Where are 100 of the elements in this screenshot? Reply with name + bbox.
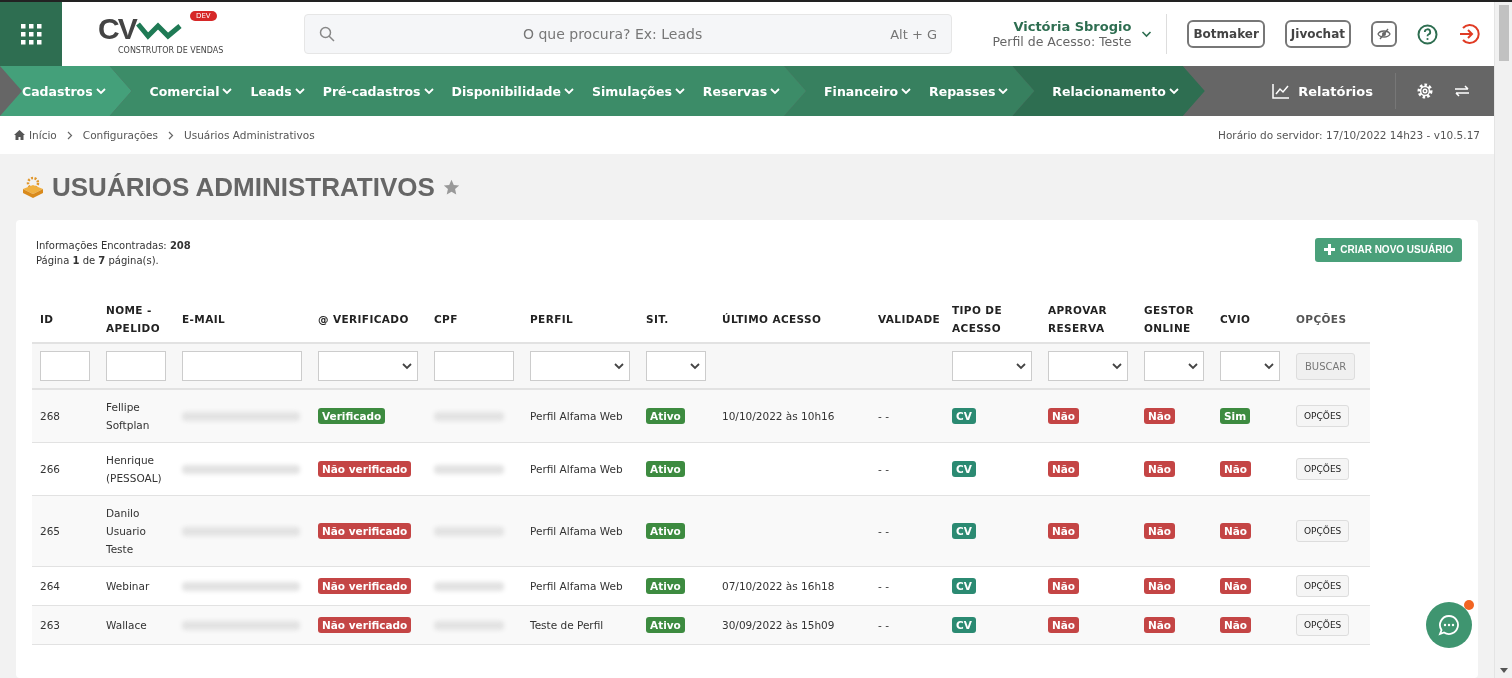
scrollbar-thumb[interactable]: [1498, 5, 1509, 61]
header-button[interactable]: Botmaker: [1187, 20, 1265, 48]
column-header: OPÇÕES: [1288, 296, 1370, 343]
menu-item[interactable]: Repasses: [929, 83, 1009, 99]
options-button[interactable]: OPÇÕES: [1296, 575, 1350, 597]
menu-item[interactable]: Financeiro: [824, 83, 912, 99]
options-button[interactable]: OPÇÕES: [1296, 458, 1350, 480]
filter-dropdown[interactable]: [1048, 351, 1128, 381]
star-icon[interactable]: [442, 178, 460, 196]
access-profile: Perfil de Acesso: Teste: [992, 34, 1132, 49]
options-button[interactable]: OPÇÕES: [1296, 520, 1350, 542]
status-badge: Não: [1048, 617, 1080, 633]
apps-menu-button[interactable]: [0, 2, 62, 66]
settings-button[interactable]: [1416, 82, 1434, 100]
notification-dot: [1464, 600, 1474, 610]
filter-dropdown[interactable]: [1220, 351, 1280, 381]
breadcrumb-link[interactable]: Usuários Administrativos: [184, 129, 315, 141]
status-badge: Não: [1048, 461, 1080, 477]
id-cell: 268: [32, 389, 98, 443]
status-badge: Ativo: [646, 461, 685, 477]
column-header: E-MAIL: [174, 296, 310, 343]
menu-item[interactable]: Relacionamento: [1052, 83, 1179, 99]
header-button[interactable]: Jivochat: [1284, 20, 1351, 48]
column-header: NOME - APELIDO: [98, 296, 174, 343]
search-field[interactable]: O que procura? Ex: Leads Alt + G: [304, 14, 952, 54]
create-user-button[interactable]: CRIAR NOVO USUÁRIO: [1315, 238, 1462, 262]
id-cell: 264: [32, 566, 98, 606]
filter-dropdown[interactable]: [952, 351, 1032, 381]
access-type-badge: CV: [952, 461, 976, 477]
breadcrumb-link[interactable]: Início: [14, 129, 57, 141]
menu-item[interactable]: Disponibilidade: [451, 83, 574, 99]
breadcrumb-link[interactable]: Configurações: [82, 129, 159, 141]
page-title: USUÁRIOS ADMINISTRATIVOS: [52, 171, 435, 203]
reports-link[interactable]: Relatórios: [1272, 73, 1396, 109]
filter-input[interactable]: [106, 351, 166, 381]
column-header: GESTOR ONLINE: [1136, 296, 1212, 343]
filter-input[interactable]: [40, 351, 90, 381]
search-input[interactable]: O que procura? Ex: Leads: [335, 25, 891, 43]
column-header: SIT.: [638, 296, 714, 343]
menu-item[interactable]: Cadastros: [22, 83, 106, 99]
chevron-down-icon: [674, 87, 685, 95]
profile-cell: Teste de Perfil: [522, 605, 638, 645]
status-badge: Não verificado: [318, 461, 412, 477]
status-badge: Não: [1048, 523, 1080, 539]
options-button[interactable]: OPÇÕES: [1296, 614, 1350, 636]
validity-cell: - -: [870, 442, 944, 496]
options-button[interactable]: OPÇÕES: [1296, 405, 1350, 427]
status-badge: Não: [1220, 523, 1252, 539]
search-icon: [319, 26, 335, 42]
filter-dropdown[interactable]: [646, 351, 706, 381]
status-badge: Não: [1220, 617, 1252, 633]
status-badge: Sim: [1220, 408, 1251, 424]
id-cell: 266: [32, 442, 98, 496]
last-access-cell: 30/09/2022 às 15h09: [714, 605, 870, 645]
filter-input[interactable]: [434, 351, 514, 381]
id-cell: 263: [32, 605, 98, 645]
chevron-down-icon: [1168, 87, 1179, 95]
menu-item[interactable]: Comercial: [149, 83, 233, 99]
visibility-button[interactable]: [1371, 21, 1397, 47]
status-badge: Não verificado: [318, 617, 412, 633]
chevron-down-icon: [423, 87, 434, 95]
validity-cell: - -: [870, 566, 944, 606]
filter-input[interactable]: [182, 351, 302, 381]
status-badge: Ativo: [646, 408, 685, 424]
column-header: PERFIL: [522, 296, 638, 343]
line-chart-icon: [1272, 83, 1291, 99]
name-cell: Henrique (PESSOAL): [98, 442, 174, 496]
filter-dropdown[interactable]: [1144, 351, 1204, 381]
filter-dropdown[interactable]: [530, 351, 630, 381]
column-header: ID: [32, 296, 98, 343]
switch-button[interactable]: [1454, 85, 1470, 97]
status-badge: Não: [1144, 408, 1176, 424]
chevron-down-icon: [1188, 362, 1198, 370]
chevron-down-icon: [222, 87, 233, 95]
status-badge: Não: [1144, 578, 1176, 594]
column-header: VALIDADE: [870, 296, 944, 343]
swap-arrows-icon: [1454, 85, 1470, 97]
home-icon: [14, 130, 25, 140]
status-badge: Não: [1144, 617, 1176, 633]
help-icon[interactable]: [1417, 23, 1438, 45]
chevron-down-icon: [1264, 362, 1274, 370]
name-cell: Fellipe Softplan: [98, 389, 174, 443]
access-type-badge: CV: [952, 617, 976, 633]
chevron-down-icon: [1112, 362, 1122, 370]
scroll-down-arrow-icon[interactable]: [1498, 665, 1509, 675]
menu-item[interactable]: Pré-cadastros: [322, 83, 434, 99]
filter-dropdown[interactable]: [318, 351, 418, 381]
plus-icon: [1324, 244, 1336, 255]
status-badge: Não: [1220, 461, 1252, 477]
menu-item[interactable]: Reservas: [702, 83, 781, 99]
scrollbar[interactable]: [1494, 2, 1512, 678]
menu-item[interactable]: Leads: [250, 83, 305, 99]
search-button[interactable]: BUSCAR: [1296, 352, 1356, 380]
logout-icon[interactable]: [1458, 23, 1480, 45]
chevron-right-icon: [66, 130, 73, 140]
column-header: CPF: [426, 296, 522, 343]
logo-tagline: CONSTRUTOR DE VENDAS: [118, 45, 224, 55]
shortcut-hint: Alt + G: [890, 26, 937, 42]
menu-item[interactable]: Simulações: [592, 83, 685, 99]
chevron-down-icon[interactable]: [1141, 30, 1153, 38]
